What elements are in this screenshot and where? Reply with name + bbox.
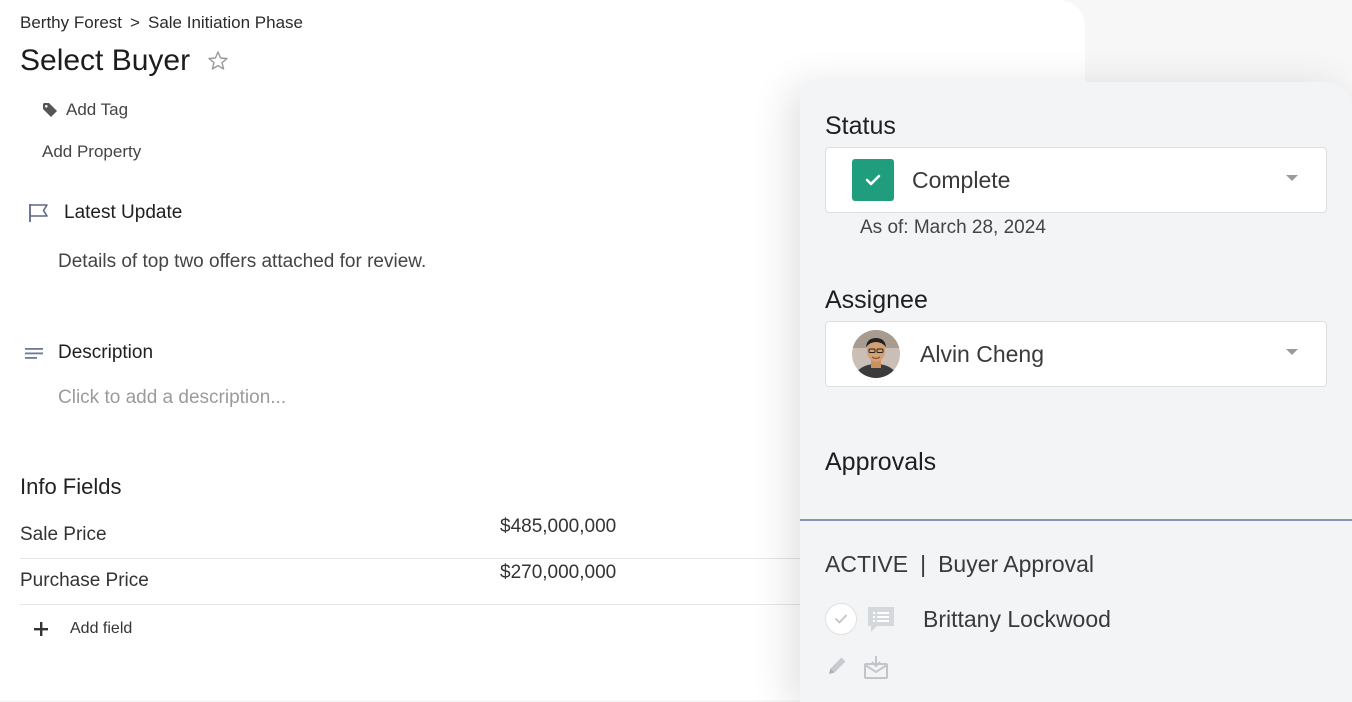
breadcrumb-separator: > (130, 13, 140, 32)
side-panel: Status Complete As of: March 28, 2024 As… (800, 82, 1352, 702)
latest-update-title: Latest Update (64, 202, 183, 223)
field-value[interactable]: $270,000,000 (500, 562, 616, 584)
latest-update-text: Details of top two offers attached for r… (58, 251, 427, 272)
approval-status-line: ACTIVE | Buyer Approval (825, 551, 1094, 578)
star-icon[interactable] (206, 49, 230, 73)
approval-actions (825, 654, 889, 680)
flag-icon (29, 204, 48, 222)
description-heading: Description (24, 342, 153, 364)
status-value: Complete (912, 167, 1011, 193)
add-field-button[interactable]: Add field (34, 620, 132, 638)
envelope-icon[interactable] (863, 654, 889, 680)
approval-separator: | (920, 551, 927, 577)
chevron-down-icon (1286, 175, 1298, 181)
approve-check-button[interactable] (825, 603, 857, 635)
approver-name: Brittany Lockwood (923, 605, 1111, 632)
page-title: Select Buyer (20, 44, 191, 77)
add-tag-button[interactable]: Add Tag (42, 100, 128, 120)
chevron-down-icon (1286, 349, 1298, 355)
info-field-row[interactable]: Purchase Price $270,000,000 (20, 558, 815, 605)
breadcrumb-parent[interactable]: Berthy Forest (20, 13, 122, 33)
lines-icon (25, 348, 43, 359)
add-field-label: Add field (70, 620, 133, 637)
description-input[interactable]: Click to add a description... (58, 387, 286, 409)
field-value[interactable]: $485,000,000 (500, 516, 616, 538)
status-as-of: As of: March 28, 2024 (860, 217, 1046, 238)
approver-row: Brittany Lockwood (825, 603, 1111, 635)
avatar (852, 330, 900, 378)
status-complete-badge (852, 159, 894, 201)
approvals-divider (800, 519, 1352, 521)
approval-name: Buyer Approval (938, 551, 1095, 577)
comment-list-icon[interactable] (865, 604, 897, 634)
field-label: Purchase Price (20, 570, 149, 591)
assignee-name: Alvin Cheng (920, 341, 1045, 367)
assignee-select[interactable]: Alvin Cheng (825, 321, 1327, 387)
pencil-icon[interactable] (825, 654, 849, 678)
breadcrumb-current[interactable]: Sale Initiation Phase (148, 13, 303, 33)
latest-update-heading: Latest Update (28, 202, 182, 224)
approvals-heading: Approvals (825, 448, 937, 476)
info-fields-title: Info Fields (20, 474, 122, 499)
status-heading: Status (825, 112, 896, 140)
assignee-heading: Assignee (825, 286, 928, 314)
field-label: Sale Price (20, 524, 107, 545)
description-title: Description (58, 342, 154, 363)
approval-state: ACTIVE (825, 551, 909, 577)
status-select[interactable]: Complete (825, 147, 1327, 213)
plus-icon (34, 622, 48, 636)
tag-icon (43, 103, 57, 117)
info-field-row[interactable]: Sale Price $485,000,000 (20, 512, 815, 559)
page-title-row: Select Buyer (20, 44, 230, 78)
check-icon (835, 614, 847, 624)
check-icon (865, 174, 881, 186)
add-property-button[interactable]: Add Property (42, 142, 141, 162)
breadcrumb: Berthy Forest > Sale Initiation Phase (20, 13, 303, 33)
add-tag-label: Add Tag (66, 100, 129, 119)
